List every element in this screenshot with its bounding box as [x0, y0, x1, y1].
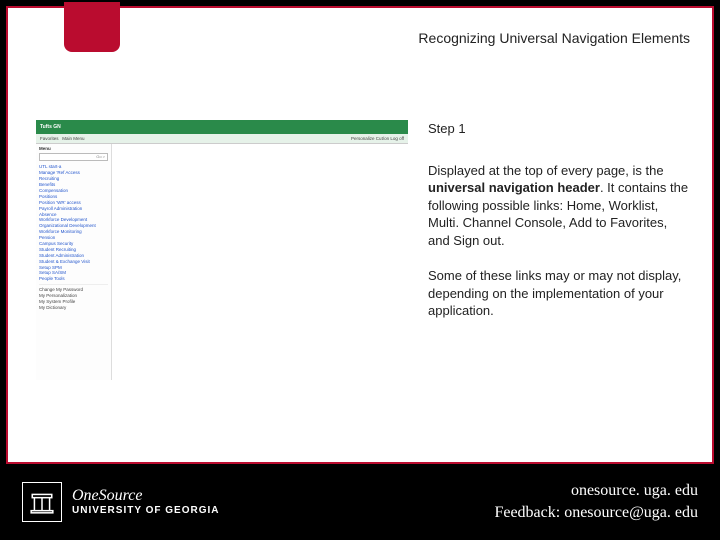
- footer-url: onesource. uga. edu: [494, 480, 698, 502]
- ss-menu-item: Campus Security: [39, 241, 108, 246]
- instruction-paragraph-2: Some of these links may or may not displ…: [428, 267, 690, 320]
- slide-frame: Recognizing Universal Navigation Element…: [6, 6, 714, 464]
- ss-menu-item: Benefits: [39, 182, 108, 187]
- ss-menu-item: Workforce Monitoring: [39, 229, 108, 234]
- ss-sidebar-header: Menu: [39, 146, 108, 151]
- ss-menu-item: Change My Password: [39, 287, 108, 292]
- ss-universal-nav-header: Tufts GN: [36, 120, 408, 134]
- page-title: Recognizing Universal Navigation Element…: [418, 30, 690, 46]
- ss-menu-item: Absence: [39, 212, 108, 217]
- ss-menu-item: Position 'WR' access: [39, 200, 108, 205]
- ss-sidebar: Menu Go > UTL start-a Manage 'Ref Access…: [36, 144, 112, 380]
- instruction-panel: Step 1 Displayed at the top of every pag…: [428, 120, 690, 338]
- instruction-paragraph-1: Displayed at the top of every page, is t…: [428, 162, 690, 250]
- ss-menu-item: My Dictionary: [39, 305, 108, 310]
- ss-menu-item: Positions: [39, 194, 108, 199]
- ss-sidebar-search: Go >: [39, 153, 108, 161]
- embedded-app-screenshot: Tufts GN Favorites Main Menu Personalize…: [36, 120, 408, 380]
- logo-block: OneSource UNIVERSITY OF GEORGIA: [22, 482, 220, 522]
- ss-content-area: [112, 144, 408, 380]
- ss-menu-item: Organizational Development: [39, 223, 108, 228]
- ss-menu-item: Compensation: [39, 188, 108, 193]
- ss-menu-item: My System Profile: [39, 299, 108, 304]
- ss-menu-item: Pension: [39, 235, 108, 240]
- footer-bar: OneSource UNIVERSITY OF GEORGIA onesourc…: [0, 464, 720, 540]
- brand-red-tab: [64, 2, 120, 52]
- onesource-wordmark: OneSource: [72, 487, 220, 505]
- uga-arch-icon: [22, 482, 62, 522]
- ss-menu-item: Manage 'Ref Access: [39, 170, 108, 175]
- ss-menu-item: UTL start-a: [39, 164, 108, 169]
- ss-menu-item: Setup SA/SM: [39, 270, 108, 275]
- ss-menu-item: My Personalization: [39, 293, 108, 298]
- ss-menu-item: Student Recruiting: [39, 247, 108, 252]
- ss-menu-item: Setup SPM: [39, 265, 108, 270]
- footer-contact: onesource. uga. edu Feedback: onesource@…: [494, 480, 698, 523]
- uga-wordmark: UNIVERSITY OF GEORGIA: [72, 505, 220, 517]
- ss-menu-item: Recruiting: [39, 176, 108, 181]
- ss-menu-item: People Tools: [39, 276, 108, 281]
- footer-feedback: Feedback: onesource@uga. edu: [494, 502, 698, 524]
- ss-menu-item: Payroll Administration: [39, 206, 108, 211]
- ss-right-links: Personalize Cut/on Log off: [351, 136, 404, 141]
- ss-menu-item: Student Administration: [39, 253, 108, 258]
- ss-brand: Tufts GN: [40, 124, 61, 130]
- ss-menu-item: Workforce Development: [39, 217, 108, 222]
- ss-secondary-bar: Favorites Main Menu Personalize Cut/on L…: [36, 134, 408, 144]
- ss-menu-item: Student & Exchange Visit: [39, 259, 108, 264]
- ss-top-links: Favorites Main Menu: [40, 136, 85, 141]
- step-label: Step 1: [428, 120, 690, 138]
